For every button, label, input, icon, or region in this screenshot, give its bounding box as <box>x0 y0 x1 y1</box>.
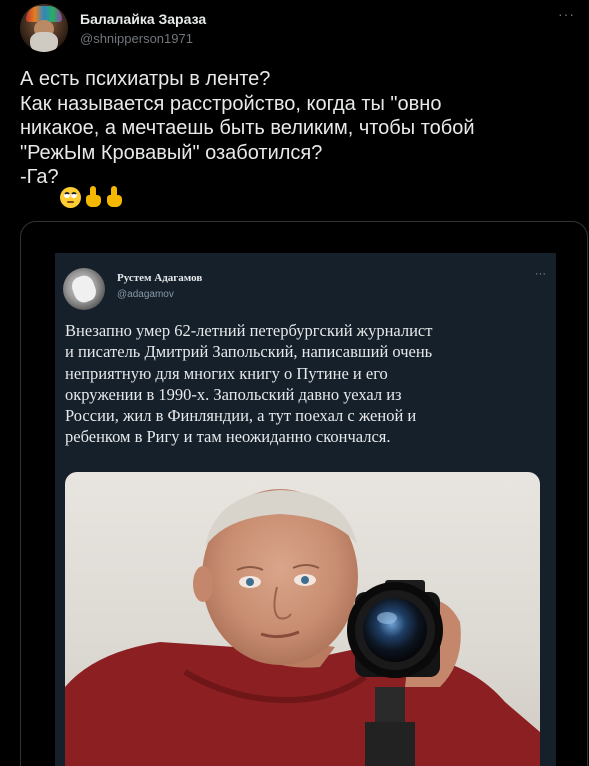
tweet-header: Балалайка Зараза @shnipperson1971 ··· <box>20 4 575 54</box>
emoji-row <box>60 184 123 210</box>
author-name[interactable]: Балалайка Зараза <box>80 11 206 27</box>
tweet-line-last: -Га? <box>20 166 59 188</box>
quoted-more-icon: ··· <box>535 268 546 280</box>
quoted-tweet: Рустем Адагамов @adagamov ··· Внезапно у… <box>55 253 556 766</box>
tweet-line: "РежЫм Кровавый" озаботился? <box>20 141 323 164</box>
photo-illustration <box>65 489 540 766</box>
quoted-author-handle: @adagamov <box>117 289 174 300</box>
face-with-rolling-eyes-icon <box>60 186 81 208</box>
quoted-line: окружении в 1990-х. Запольский давно уех… <box>65 384 402 404</box>
tweet-media[interactable]: Рустем Адагамов @adagamov ··· Внезапно у… <box>20 221 588 766</box>
quoted-line: ребенком в Ригу и там неожиданно скончал… <box>65 427 391 447</box>
quoted-line: Внезапно умер 62-летний петербургский жу… <box>65 321 433 340</box>
quoted-avatar <box>63 268 105 310</box>
tweet-line: Как называется расстройство, когда ты "о… <box>20 92 442 115</box>
pointing-up-hand-icon <box>84 186 102 208</box>
quoted-line: России, жил в Финляндии, а тут поехал с … <box>65 406 417 426</box>
quoted-tweet-text: Внезапно умер 62-летний петербургский жу… <box>65 320 555 448</box>
avatar[interactable] <box>20 4 68 52</box>
pointing-up-hand-icon <box>105 186 123 208</box>
quoted-line: и писатель Дмитрий Запольский, написавши… <box>65 342 433 362</box>
more-icon[interactable]: ··· <box>558 6 575 22</box>
tweet-text: А есть психиатры в ленте? Как называется… <box>20 67 540 190</box>
tweet-line: А есть психиатры в ленте? <box>20 68 271 90</box>
quoted-line: неприятную для многих книгу о Путине и е… <box>65 363 388 383</box>
tweet-line: никакое, а мечтаешь быть великим, чтобы … <box>20 117 475 139</box>
author-handle[interactable]: @shnipperson1971 <box>80 31 193 46</box>
quoted-author-name: Рустем Адагамов <box>117 272 203 284</box>
photo-of-man-with-camera <box>65 472 540 766</box>
avatar-beard <box>30 32 58 52</box>
